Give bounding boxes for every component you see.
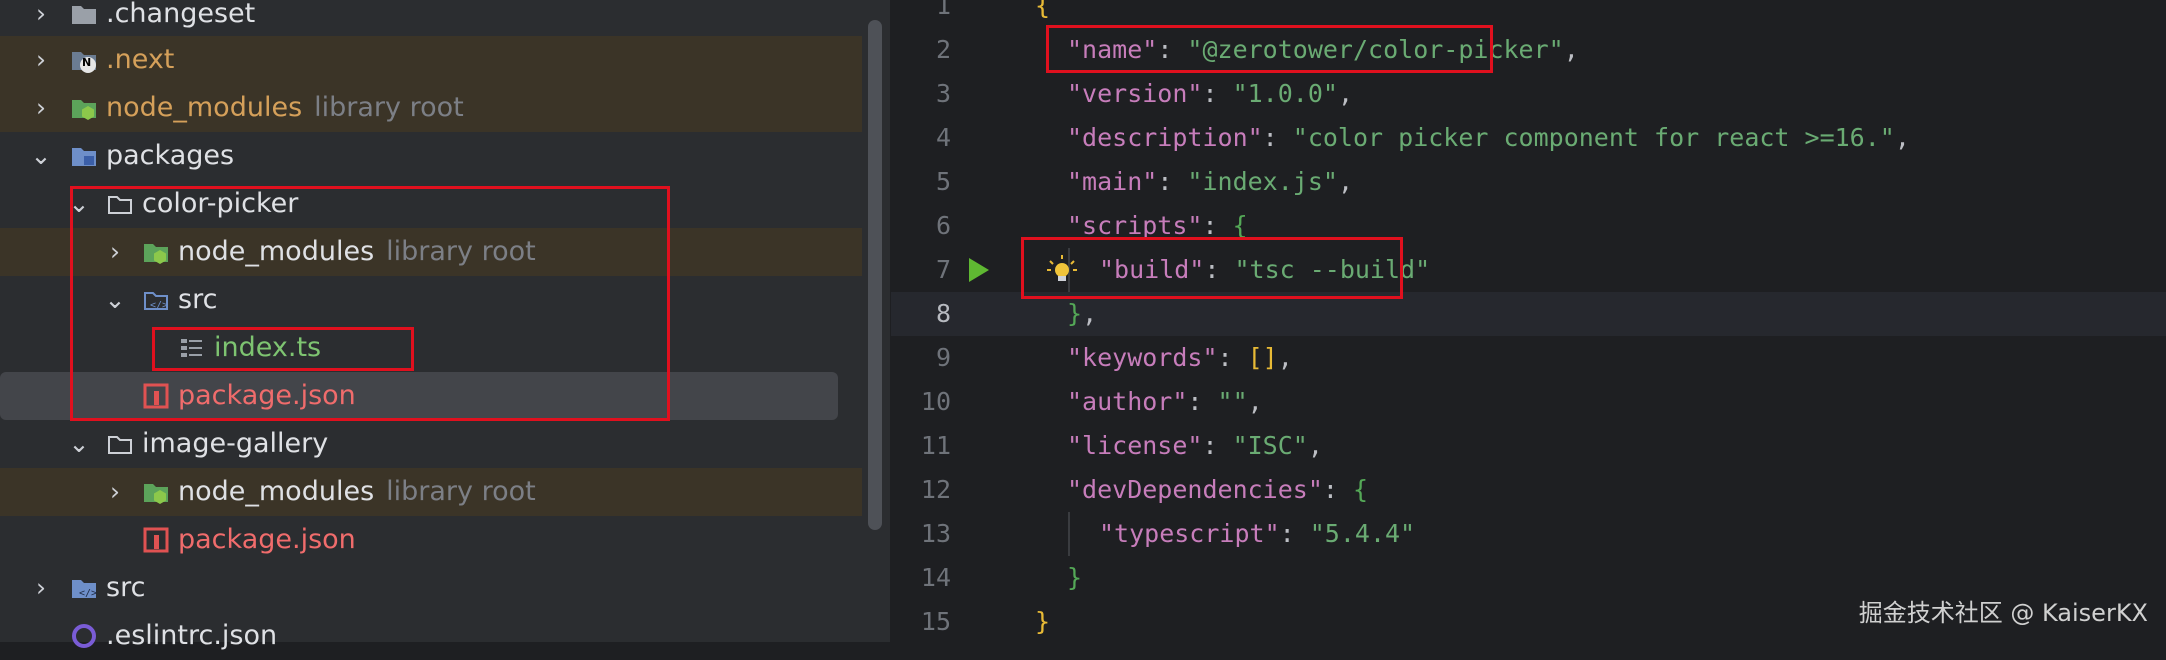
tree-item-src-root[interactable]: › </> src: [0, 564, 862, 612]
code-text: "devDependencies": {: [1067, 475, 1369, 504]
code-line[interactable]: 1 {: [891, 0, 2166, 28]
line-number: 7: [935, 255, 951, 284]
tree-item-label: image-gallery: [142, 428, 329, 459]
folder-outline-icon: [108, 436, 132, 454]
code-text: "description": "color picker component f…: [1067, 123, 1910, 152]
code-line[interactable]: 9 "keywords": [],: [891, 336, 2166, 380]
line-number: 10: [920, 387, 951, 416]
code-line[interactable]: 5 "main": "index.js",: [891, 160, 2166, 204]
tree-scrollbar[interactable]: [868, 20, 882, 530]
highlight-box-package-name: [1046, 25, 1493, 73]
code-text: "main": "index.js",: [1067, 167, 1353, 196]
code-text: "typescript": "5.4.4": [1099, 519, 1416, 548]
tree-item-label: packages: [106, 140, 235, 171]
line-number: 2: [935, 35, 951, 64]
tree-item-label: node_modules library root: [178, 476, 536, 507]
line-number: 14: [920, 563, 951, 592]
code-line[interactable]: 11 "license": "ISC",: [891, 424, 2166, 468]
code-line[interactable]: 3 "version": "1.0.0",: [891, 72, 2166, 116]
source-folder-icon: </>: [72, 580, 97, 599]
code-text: "author": "",: [1067, 387, 1263, 416]
line-number: 15: [920, 607, 951, 636]
line-number: 3: [935, 79, 951, 108]
npm-file-icon: [143, 527, 169, 553]
tree-item-node-modules-root[interactable]: › node_modules library root: [0, 84, 862, 132]
code-line[interactable]: 13 "typescript": "5.4.4": [891, 512, 2166, 556]
line-number: 9: [935, 343, 951, 372]
project-tree-panel: › .changeset › N .next › node_modules lib…: [0, 0, 890, 651]
chevron-right-icon[interactable]: ›: [28, 564, 54, 612]
tree-item-package-json-image-gallery[interactable]: package.json: [0, 516, 862, 564]
highlight-box-color-picker: [70, 186, 670, 421]
code-text: "license": "ISC",: [1067, 431, 1323, 460]
chevron-right-icon[interactable]: ›: [28, 36, 54, 84]
code-text: }: [1035, 607, 1051, 636]
line-number: 4: [935, 123, 951, 152]
code-editor[interactable]: 1 { 2 "name": "@zerotower/color-picker",…: [891, 0, 2166, 642]
next-badge: N: [82, 56, 92, 69]
tree-item-label: .next: [106, 44, 175, 75]
code-line[interactable]: 4 "description": "color picker component…: [891, 116, 2166, 160]
node-modules-folder-icon: [72, 100, 96, 120]
tree-item-label: .eslintrc.json: [106, 620, 278, 651]
chevron-right-icon[interactable]: ›: [102, 468, 128, 516]
library-root-hint: library root: [386, 476, 536, 507]
line-number: 8: [935, 299, 951, 328]
line-number: 13: [920, 519, 951, 548]
chevron-right-icon[interactable]: ›: [28, 0, 54, 38]
module-folder-icon: [72, 148, 96, 166]
tree-item-label: node_modules library root: [106, 92, 464, 123]
tree-item-node-modules-image-gallery[interactable]: › node_modules library root: [0, 468, 862, 516]
folder-icon: [72, 6, 96, 24]
tree-item-label: src: [106, 572, 146, 603]
chevron-right-icon[interactable]: ›: [28, 84, 54, 132]
watermark: 掘金技术社区 @ KaiserKX: [1858, 599, 2148, 627]
highlight-box-build-script: [1021, 237, 1403, 299]
tree-item-image-gallery[interactable]: ⌄ image-gallery: [0, 420, 862, 468]
code-text: "keywords": [],: [1067, 343, 1293, 372]
highlight-box-index-ts: [152, 327, 414, 371]
library-root-hint: library root: [314, 92, 464, 123]
tree-item-label: .changeset: [106, 0, 256, 29]
run-script-icon[interactable]: [969, 258, 989, 282]
tree-item-changeset[interactable]: › .changeset: [0, 0, 862, 38]
eslint-file-icon: [72, 624, 96, 648]
line-number: 5: [935, 167, 951, 196]
line-number: 12: [920, 475, 951, 504]
tree-item-eslintrc[interactable]: .eslintrc.json: [0, 612, 862, 660]
code-text: "version": "1.0.0",: [1067, 79, 1353, 108]
tree-item-packages[interactable]: ⌄ packages: [0, 132, 862, 180]
chevron-down-icon[interactable]: ⌄: [28, 132, 54, 180]
tree-item-next[interactable]: › N .next: [0, 36, 862, 84]
node-modules-folder-icon: [144, 484, 168, 504]
code-line[interactable]: 10 "author": "",: [891, 380, 2166, 424]
code-text: }: [1067, 563, 1083, 592]
line-number: 11: [920, 431, 951, 460]
line-number: 1: [935, 0, 951, 20]
svg-text:</>: </>: [79, 588, 97, 599]
code-line[interactable]: 12 "devDependencies": {: [891, 468, 2166, 512]
code-text: {: [1035, 0, 1051, 20]
tree-item-label: package.json: [178, 524, 356, 555]
chevron-down-icon[interactable]: ⌄: [66, 420, 92, 468]
line-number: 6: [935, 211, 951, 240]
